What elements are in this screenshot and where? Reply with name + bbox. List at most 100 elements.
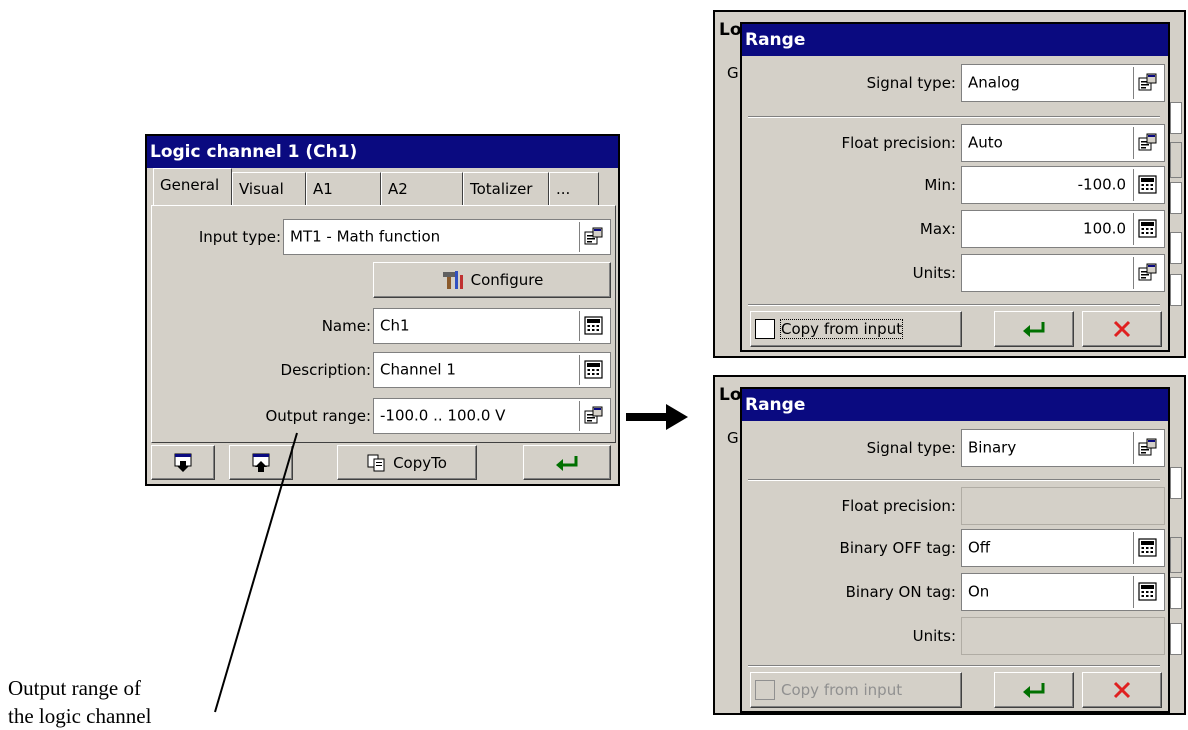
range-title: Range [742, 24, 1168, 56]
configure-button[interactable]: Configure [373, 262, 611, 298]
property-sheet-icon[interactable] [1133, 257, 1162, 289]
input-type-label: Input type: [198, 228, 281, 246]
input-type-select[interactable]: MT1 - Math function [283, 219, 611, 255]
signal-type-label: Signal type: [866, 439, 956, 457]
binary-off-tag-field[interactable]: Off [961, 529, 1165, 567]
units-label: Units: [912, 264, 956, 282]
ok-enter-button[interactable] [994, 672, 1074, 708]
bg-field-edge [1170, 182, 1182, 214]
signal-type-select[interactable]: Binary [961, 429, 1165, 467]
binary-on-tag-label: Binary ON tag: [845, 583, 956, 601]
calculator-keypad-icon[interactable] [1133, 169, 1162, 201]
range-dialog-analog: Range Signal type: Analog Float precisio… [740, 22, 1170, 352]
property-sheet-icon[interactable] [1133, 67, 1162, 99]
divider [748, 304, 1160, 306]
name-value: Ch1 [380, 316, 410, 335]
max-label: Max: [919, 220, 956, 238]
enter-button[interactable] [523, 445, 611, 480]
tab-totalizer[interactable]: Totalizer [463, 172, 549, 205]
min-label: Min: [924, 176, 956, 194]
window-title: Logic channel 1 (Ch1) [147, 136, 618, 168]
ok-enter-button[interactable] [994, 311, 1074, 347]
units-select-disabled [961, 617, 1165, 655]
tab-more[interactable]: ... [549, 172, 599, 205]
description-field[interactable]: Channel 1 [373, 352, 611, 388]
pointer-line [214, 432, 298, 713]
range-title: Range [742, 389, 1168, 421]
calculator-keypad-icon[interactable] [1133, 576, 1162, 608]
move-down-button[interactable] [151, 445, 215, 480]
binary-off-tag-label: Binary OFF tag: [839, 539, 956, 557]
bg-title-fragment: Lo [719, 20, 742, 40]
bg-field-edge [1170, 577, 1182, 609]
enter-arrow-icon [1022, 320, 1045, 339]
tab-a1[interactable]: A1 [306, 172, 381, 205]
bg-field-edge [1170, 537, 1182, 573]
copy-icon [367, 454, 385, 471]
bg-title-fragment: Lo [719, 385, 742, 405]
bg-field-edge [1170, 274, 1182, 306]
bg-field-edge [1170, 142, 1182, 178]
description-value: Channel 1 [380, 360, 456, 379]
copy-from-input-label: Copy from input [779, 319, 904, 339]
input-type-value: MT1 - Math function [290, 227, 441, 246]
max-field[interactable]: 100.0 [961, 210, 1165, 248]
output-range-value: -100.0 .. 100.0 V [380, 406, 506, 425]
divider [748, 665, 1160, 667]
units-select[interactable] [961, 254, 1165, 292]
bg-tab-fragment: G [727, 64, 739, 82]
signal-type-value: Binary [968, 438, 1017, 457]
bg-tab-fragment: G [727, 429, 739, 447]
caption-line-1: Output range of [8, 676, 141, 700]
name-label: Name: [321, 317, 371, 335]
name-field[interactable]: Ch1 [373, 308, 611, 344]
signal-type-value: Analog [968, 73, 1020, 92]
float-precision-label: Float precision: [841, 497, 956, 515]
red-x-icon [1113, 681, 1131, 699]
enter-arrow-icon [1022, 681, 1045, 700]
float-precision-select[interactable]: Auto [961, 124, 1165, 162]
signal-type-label: Signal type: [866, 74, 956, 92]
tab-visual[interactable]: Visual [232, 172, 306, 205]
float-precision-select-disabled [961, 487, 1165, 525]
min-value: -100.0 [1077, 175, 1126, 194]
signal-type-select[interactable]: Analog [961, 64, 1165, 102]
output-range-select[interactable]: -100.0 .. 100.0 V [373, 398, 611, 434]
output-range-label: Output range: [265, 407, 371, 425]
float-precision-label: Float precision: [841, 134, 956, 152]
tab-general[interactable]: General [153, 168, 232, 206]
description-label: Description: [280, 361, 371, 379]
divider [748, 116, 1160, 118]
copy-from-input-toggle-disabled: Copy from input [750, 672, 962, 708]
binary-on-tag-field[interactable]: On [961, 573, 1165, 611]
copy-from-input-toggle[interactable]: Copy from input [750, 311, 962, 347]
property-sheet-icon[interactable] [579, 401, 608, 431]
min-field[interactable]: -100.0 [961, 166, 1165, 204]
bg-field-edge [1170, 467, 1182, 499]
tools-icon [442, 271, 463, 289]
copyto-button[interactable]: CopyTo [337, 445, 477, 480]
red-x-icon [1113, 320, 1131, 338]
tab-a2[interactable]: A2 [381, 172, 463, 205]
cancel-button[interactable] [1082, 672, 1162, 708]
right-arrow-icon [626, 404, 688, 430]
window-down-arrow-icon [174, 453, 192, 472]
copy-from-input-checkbox [755, 680, 775, 700]
float-precision-value: Auto [968, 133, 1003, 152]
copy-from-input-checkbox[interactable] [755, 319, 775, 339]
calculator-keypad-icon[interactable] [1133, 213, 1162, 245]
max-value: 100.0 [1083, 219, 1126, 238]
property-sheet-icon[interactable] [1133, 127, 1162, 159]
range-dialog-binary: Range Signal type: Binary Float precisio… [740, 387, 1170, 713]
calculator-keypad-icon[interactable] [579, 355, 608, 385]
bg-field-edge [1170, 232, 1182, 264]
cancel-button[interactable] [1082, 311, 1162, 347]
bg-field-edge [1170, 623, 1182, 655]
copy-from-input-label: Copy from input [781, 681, 903, 699]
calculator-keypad-icon[interactable] [579, 311, 608, 341]
property-sheet-icon[interactable] [579, 222, 608, 252]
configure-label: Configure [470, 271, 544, 289]
copyto-label: CopyTo [393, 453, 447, 472]
property-sheet-icon[interactable] [1133, 432, 1162, 464]
calculator-keypad-icon[interactable] [1133, 532, 1162, 564]
